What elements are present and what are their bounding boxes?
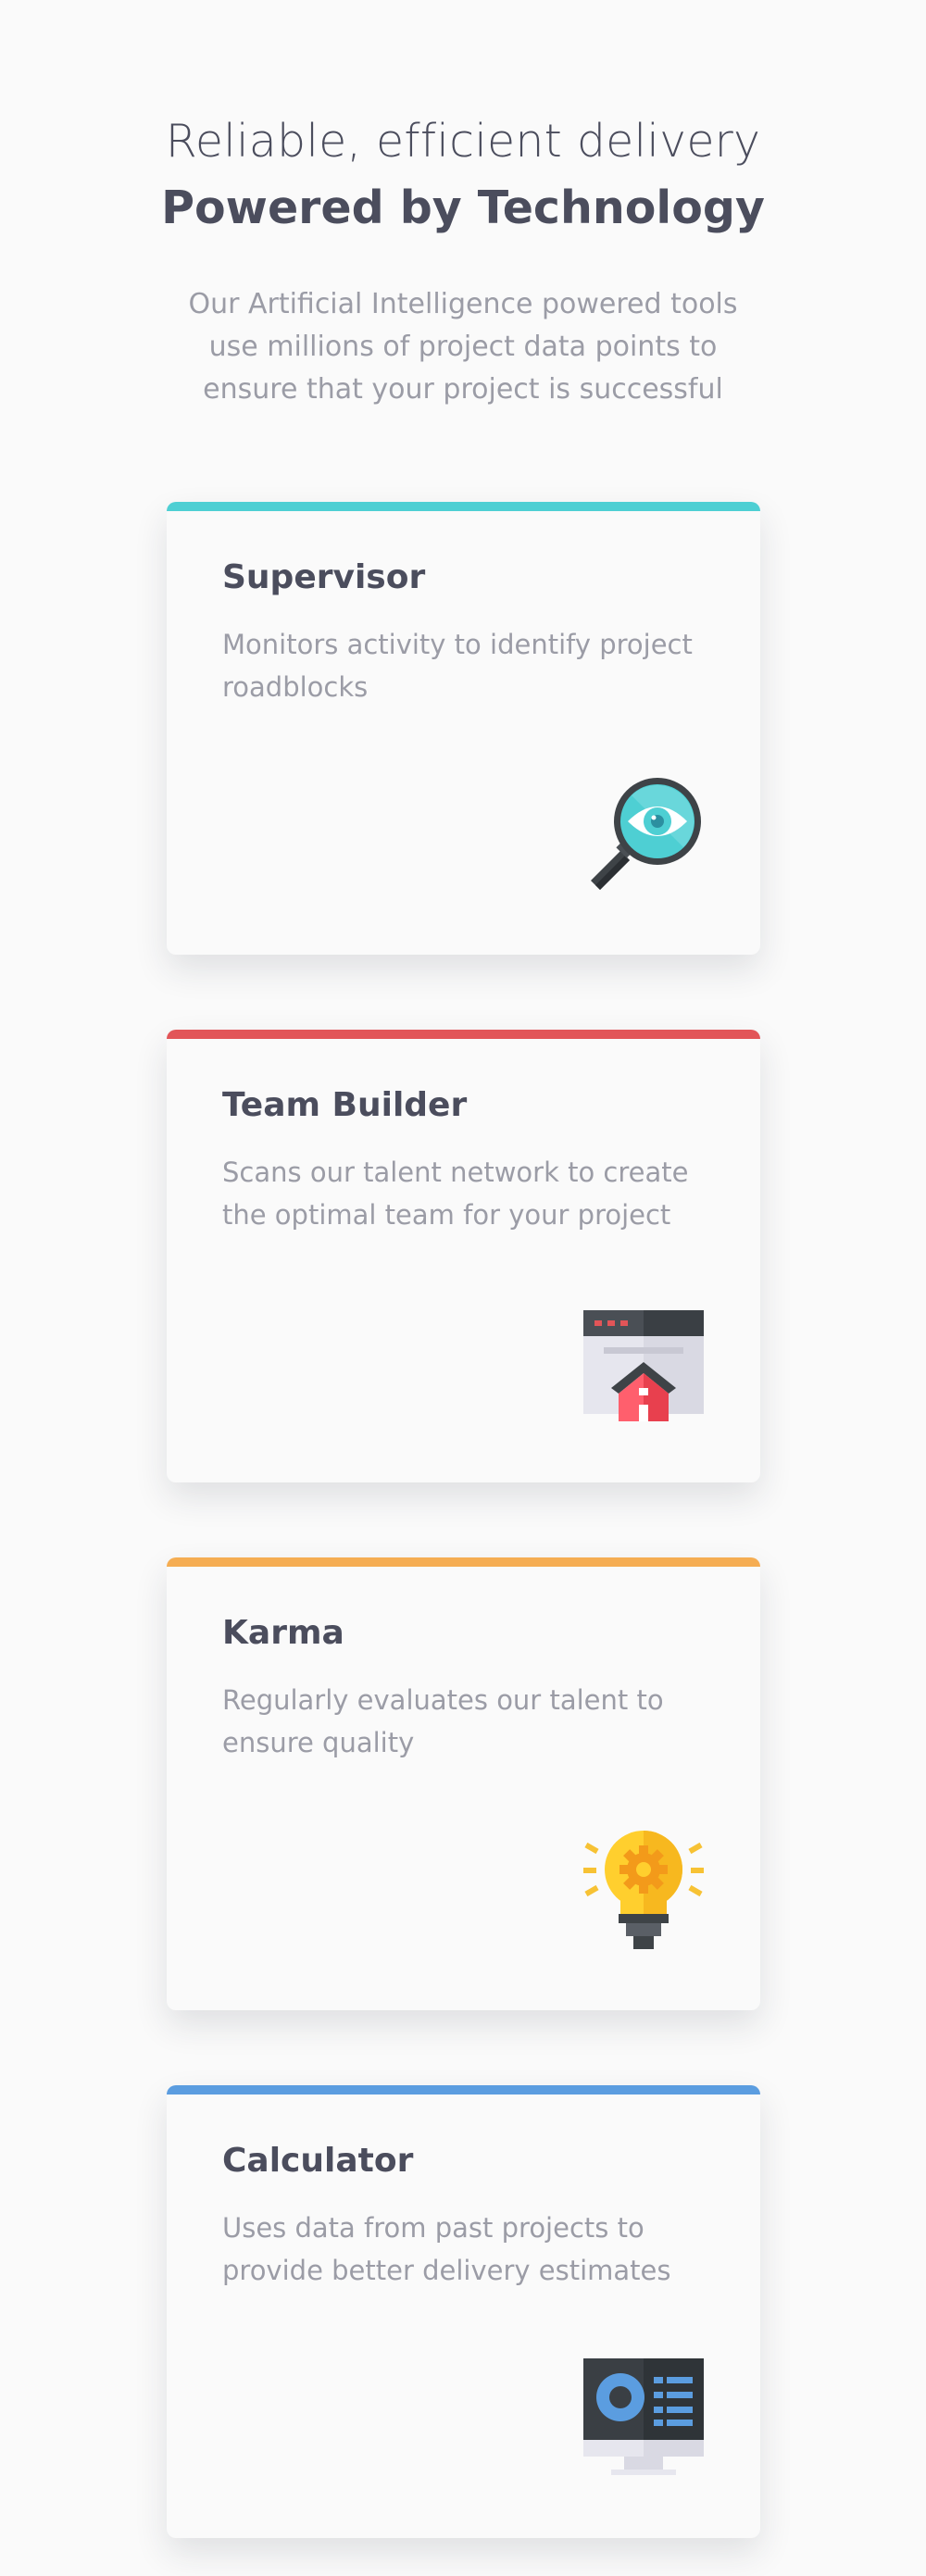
magnifier-eye-icon [583,775,704,895]
card-title: Team Builder [222,1086,468,1124]
card-accent-bar [167,502,760,511]
card-description: Scans our talent network to create the o… [222,1157,689,1231]
card-accent-bar [167,2085,760,2095]
feature-card-karma: Karma Regularly evaluates our talent to … [167,1557,760,2010]
card-accent-bar [167,1030,760,1039]
hero-header: Reliable, efficient delivery Powered by … [0,109,926,411]
card-description: Uses data from past projects to provide … [222,2212,671,2286]
feature-card-supervisor: Supervisor Monitors activity to identify… [167,502,760,955]
feature-card-team-builder: Team Builder Scans our talent network to… [167,1030,760,1482]
hero-description: Our Artificial Intelligence powered tool… [188,288,738,406]
card-description: Monitors activity to identify project ro… [222,629,693,703]
card-title: Calculator [222,2142,414,2180]
card-accent-bar [167,1557,760,1567]
card-description: Regularly evaluates our talent to ensure… [222,1684,664,1758]
card-title: Supervisor [222,558,426,596]
hero-title: Powered by Technology [161,181,765,234]
feature-card-calculator: Calculator Uses data from past projects … [167,2085,760,2538]
card-title: Karma [222,1614,344,1652]
lightbulb-gear-icon [583,1831,704,1951]
monitor-dashboard-icon [583,2358,704,2479]
browser-house-icon [583,1303,704,1423]
hero-subtitle: Reliable, efficient delivery [165,115,761,168]
